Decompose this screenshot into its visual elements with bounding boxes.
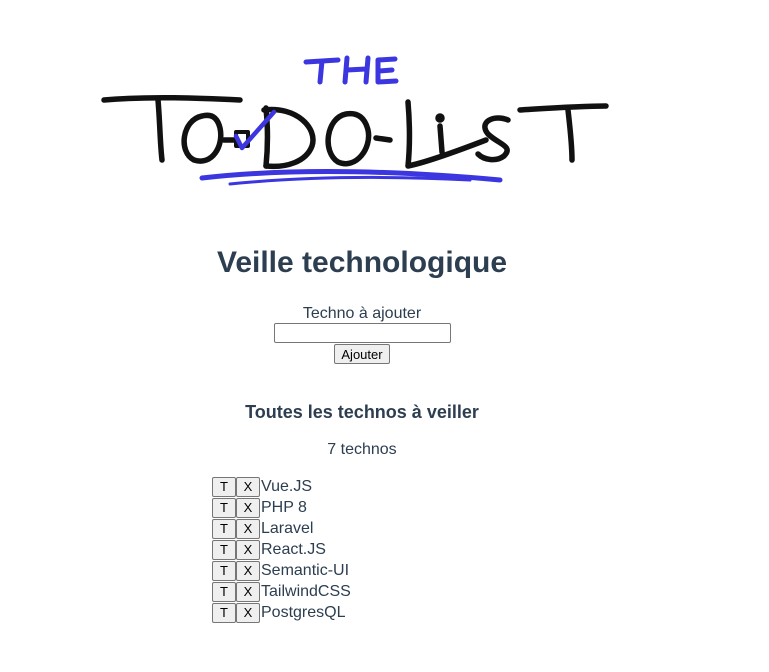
delete-button[interactable]: X xyxy=(236,518,260,539)
list-item: T X PHP 8 xyxy=(212,497,351,518)
list-item: T X Laravel xyxy=(212,518,351,539)
delete-button[interactable]: X xyxy=(236,476,260,497)
list-item: T X Vue.JS xyxy=(212,476,351,497)
techno-name: Vue.JS xyxy=(261,477,312,495)
toggle-button[interactable]: T xyxy=(212,560,236,581)
techno-name: TailwindCSS xyxy=(261,582,351,600)
list-item: T X TailwindCSS xyxy=(212,581,351,602)
todo-list-logo xyxy=(90,28,670,218)
techno-input-label: Techno à ajouter xyxy=(302,305,422,322)
toggle-button[interactable]: T xyxy=(212,476,236,497)
toggle-button[interactable]: T xyxy=(212,518,236,539)
techno-name: React.JS xyxy=(261,540,326,558)
list-item: T X PostgresQL xyxy=(212,602,351,623)
delete-button[interactable]: X xyxy=(236,602,260,623)
toggle-button[interactable]: T xyxy=(212,497,236,518)
list-item: T X React.JS xyxy=(212,539,351,560)
techno-name: Semantic-UI xyxy=(261,561,350,579)
delete-button[interactable]: X xyxy=(236,539,260,560)
page-title: Veille technologique xyxy=(216,246,508,279)
techno-count: 7 technos xyxy=(327,441,397,458)
techno-name: PHP 8 xyxy=(261,498,307,516)
toggle-button[interactable]: T xyxy=(212,539,236,560)
toggle-button[interactable]: T xyxy=(212,581,236,602)
logo-image xyxy=(101,55,609,186)
list-item: T X Semantic-UI xyxy=(212,560,351,581)
list-title: Toutes les technos à veiller xyxy=(245,402,479,422)
add-button[interactable]: Ajouter xyxy=(334,344,390,364)
techno-input[interactable] xyxy=(273,323,451,343)
techno-name: PostgresQL xyxy=(261,603,346,621)
delete-button[interactable]: X xyxy=(236,497,260,518)
delete-button[interactable]: X xyxy=(236,560,260,581)
add-techno-form: Techno à ajouter Ajouter xyxy=(0,304,724,364)
techno-list: T X Vue.JS T X PHP 8 T X Laravel T X Rea… xyxy=(212,476,351,623)
delete-button[interactable]: X xyxy=(236,581,260,602)
techno-name: Laravel xyxy=(261,519,314,537)
toggle-button[interactable]: T xyxy=(212,602,236,623)
